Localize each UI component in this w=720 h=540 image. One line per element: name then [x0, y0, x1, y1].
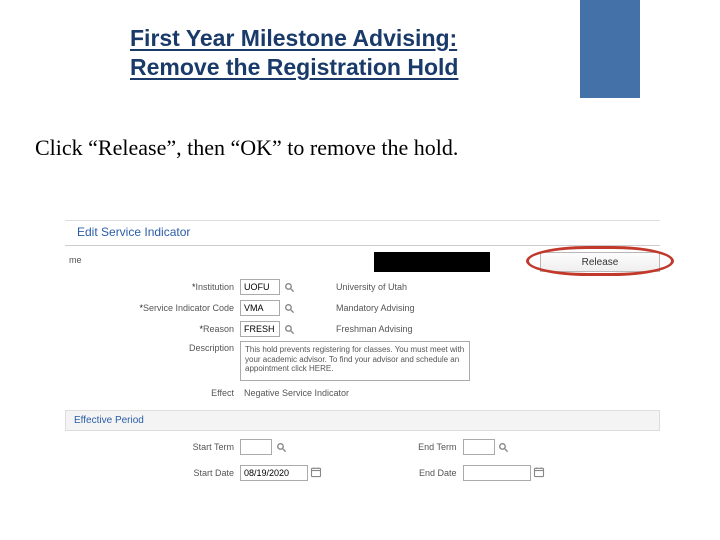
effect-label: Effect: [65, 388, 240, 398]
reason-label: *Reason: [65, 324, 240, 334]
release-button[interactable]: Release: [540, 252, 660, 272]
institution-label: *Institution: [65, 282, 240, 292]
lookup-icon[interactable]: [497, 440, 511, 454]
effect-value: Negative Service Indicator: [240, 388, 349, 398]
lookup-icon[interactable]: [282, 301, 296, 315]
row-effect: Effect Negative Service Indicator: [65, 384, 660, 402]
sic-display: Mandatory Advising: [336, 303, 415, 313]
description-box[interactable]: This hold prevents registering for class…: [240, 341, 470, 381]
slide-title-line1: First Year Milestone Advising:: [130, 25, 457, 51]
effective-period-grid: Start Term End Term Start Date End Date: [65, 435, 660, 485]
end-term-label: End Term: [363, 442, 463, 452]
accent-block: [580, 0, 640, 98]
row-description: Description This hold prevents registeri…: [65, 341, 660, 381]
start-term-label: Start Term: [65, 442, 240, 452]
row-start-term: Start Term: [65, 438, 363, 456]
lookup-icon[interactable]: [282, 322, 296, 336]
lookup-icon[interactable]: [282, 280, 296, 294]
end-date-input[interactable]: [463, 465, 531, 481]
me-label: me: [69, 255, 82, 265]
start-date-input[interactable]: [240, 465, 308, 481]
effective-period-header: Effective Period: [65, 410, 660, 431]
calendar-icon[interactable]: [310, 466, 324, 480]
description-label: Description: [65, 341, 240, 353]
row-start-date: Start Date: [65, 464, 363, 482]
app-header: Edit Service Indicator: [65, 221, 660, 246]
calendar-icon[interactable]: [533, 466, 547, 480]
slide-title-line2: Remove the Registration Hold: [130, 54, 458, 80]
row-institution: *Institution University of Utah: [65, 278, 660, 296]
instruction-text: Click “Release”, then “OK” to remove the…: [35, 135, 458, 161]
start-term-input[interactable]: [240, 439, 272, 455]
redacted-field: [374, 252, 490, 272]
row-end-term: End Term: [363, 438, 661, 456]
slide-title: First Year Milestone Advising: Remove th…: [130, 24, 570, 82]
end-term-input[interactable]: [463, 439, 495, 455]
start-date-label: Start Date: [65, 468, 240, 478]
reason-input[interactable]: [240, 321, 280, 337]
row-reason: *Reason Freshman Advising: [65, 320, 660, 338]
row-end-date: End Date: [363, 464, 661, 482]
end-date-label: End Date: [363, 468, 463, 478]
row-sic: *Service Indicator Code Mandatory Advisi…: [65, 299, 660, 317]
top-row: Release: [150, 252, 660, 272]
lookup-icon[interactable]: [274, 440, 288, 454]
app-frame: Edit Service Indicator me Release *Insti…: [65, 220, 660, 460]
sic-input[interactable]: [240, 300, 280, 316]
institution-input[interactable]: [240, 279, 280, 295]
sic-label: *Service Indicator Code: [65, 303, 240, 313]
reason-display: Freshman Advising: [336, 324, 413, 334]
institution-display: University of Utah: [336, 282, 407, 292]
